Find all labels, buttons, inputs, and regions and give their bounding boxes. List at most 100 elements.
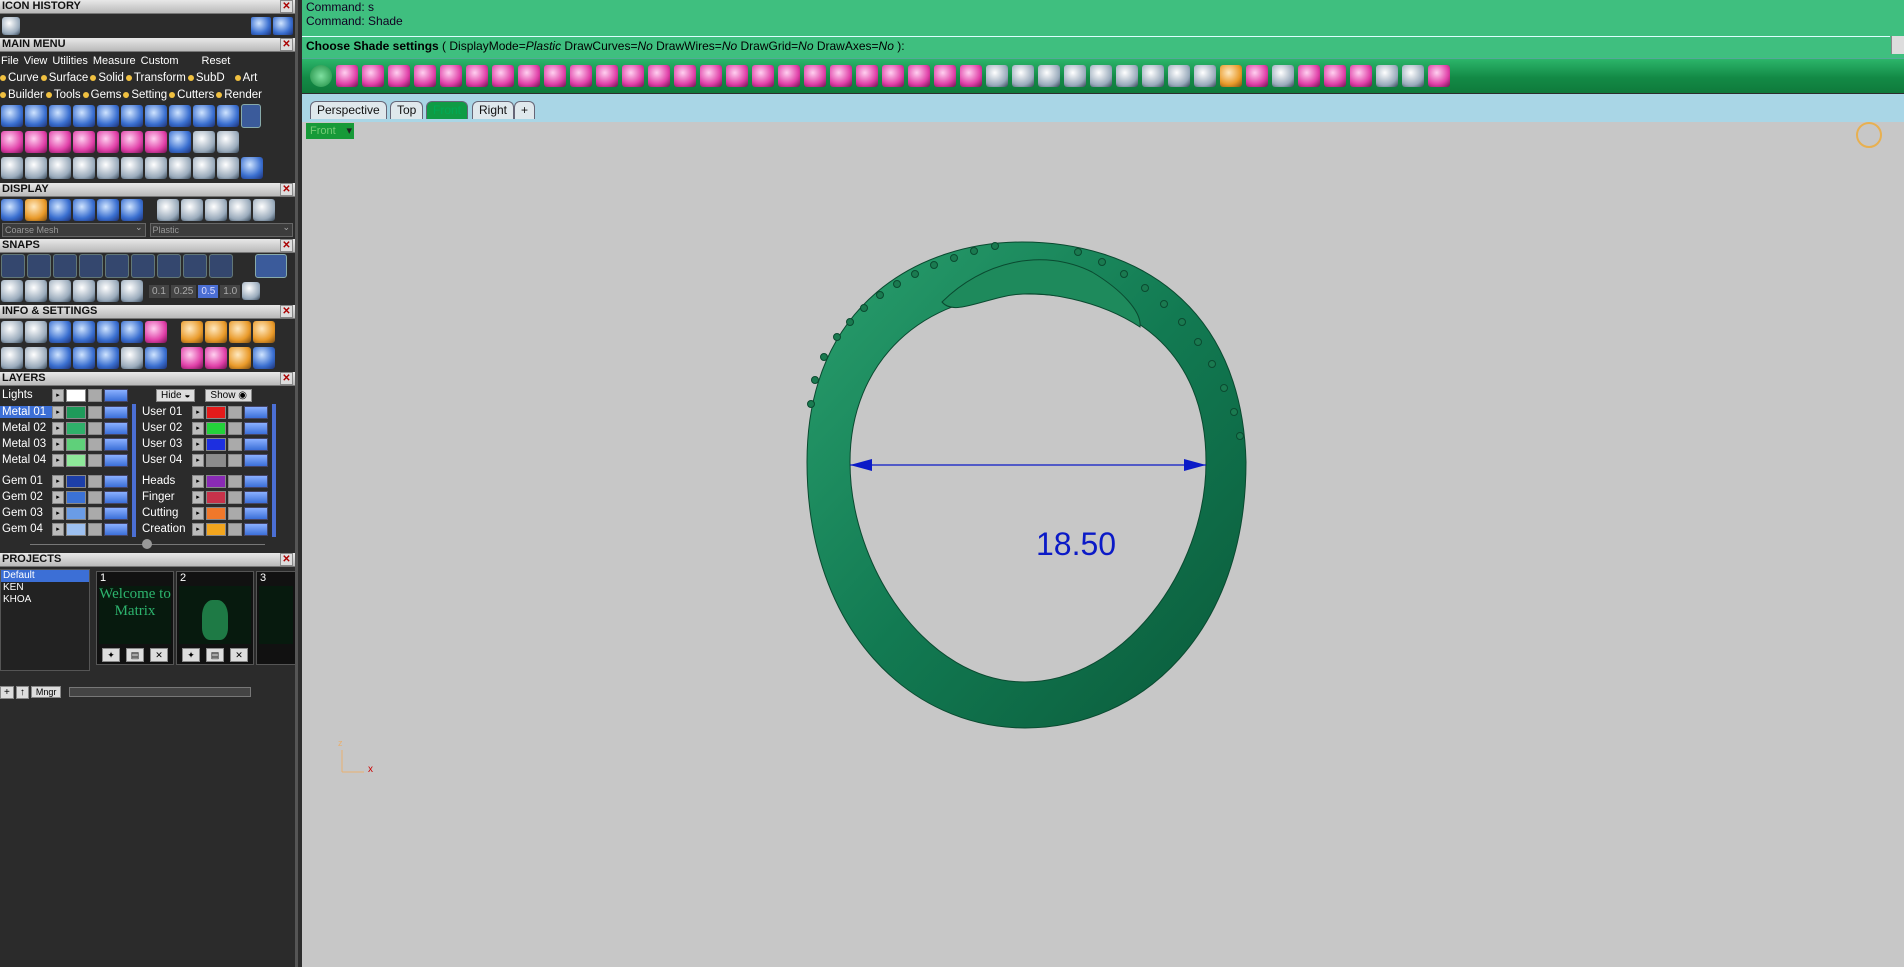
- material-ball-4-icon[interactable]: [229, 199, 251, 221]
- trim-icon[interactable]: [121, 131, 143, 153]
- menu-utilities[interactable]: Utilities: [51, 55, 91, 67]
- draw-wires-option[interactable]: No: [722, 39, 737, 53]
- layer-swatch[interactable]: [206, 506, 226, 520]
- show-button[interactable]: Show ◉: [205, 388, 252, 402]
- ortho-icon[interactable]: [49, 280, 71, 302]
- material-ball-2-icon[interactable]: [181, 199, 203, 221]
- project-thumbnail[interactable]: 2 ✦ ▤ ✕: [176, 571, 254, 665]
- curve-tool-icon[interactable]: [25, 105, 47, 127]
- visibility-toggle[interactable]: [104, 506, 128, 520]
- lock-icon[interactable]: [88, 522, 102, 536]
- layer-swatch[interactable]: [66, 405, 86, 419]
- visibility-toggle[interactable]: [104, 490, 128, 504]
- display-mode-option[interactable]: Plastic: [526, 39, 561, 53]
- list-item[interactable]: KHOA: [1, 594, 89, 606]
- layer-row[interactable]: Gem 02 ▸: [0, 489, 128, 505]
- layer-swatch[interactable]: [66, 490, 86, 504]
- points-icon[interactable]: [25, 199, 47, 221]
- visibility-toggle[interactable]: [104, 453, 128, 467]
- rail-tool-icon[interactable]: [217, 105, 239, 127]
- morph-icon[interactable]: [1220, 65, 1242, 87]
- book-icon[interactable]: [73, 347, 95, 369]
- menu-view[interactable]: View: [23, 55, 52, 67]
- snap-grid-icon[interactable]: [1, 254, 25, 278]
- tab-setting[interactable]: Setting: [123, 89, 167, 101]
- cluster-icon[interactable]: [1194, 65, 1216, 87]
- shape-tool-icon[interactable]: [121, 105, 143, 127]
- visibility-toggle[interactable]: [104, 474, 128, 488]
- lights-swatch[interactable]: [66, 388, 86, 402]
- visibility-toggle[interactable]: [244, 490, 268, 504]
- lock-icon[interactable]: [228, 506, 242, 520]
- visibility-toggle[interactable]: [244, 421, 268, 435]
- gem-on-surface-icon[interactable]: [1116, 65, 1138, 87]
- layer-display-icon[interactable]: [121, 199, 143, 221]
- gear-tool-icon[interactable]: [1428, 65, 1450, 87]
- sweep-tool-icon[interactable]: [73, 105, 95, 127]
- mirror-icon[interactable]: [49, 157, 71, 179]
- lock-icon[interactable]: [228, 522, 242, 536]
- lock-icon[interactable]: [228, 421, 242, 435]
- expand-icon[interactable]: ▸: [192, 474, 204, 488]
- tab-render[interactable]: Render: [216, 89, 262, 101]
- thumbnail-scrollbar[interactable]: [69, 687, 252, 697]
- undo-icon[interactable]: [414, 65, 436, 87]
- tab-transform[interactable]: Transform: [125, 72, 186, 84]
- new-file-icon[interactable]: [336, 65, 358, 87]
- head-icon[interactable]: [1168, 65, 1190, 87]
- wrap-icon[interactable]: [1324, 65, 1346, 87]
- close-icon[interactable]: ✕: [280, 0, 293, 13]
- expand-icon[interactable]: ▸: [52, 405, 64, 419]
- boolean-icon[interactable]: [674, 65, 696, 87]
- flow-icon[interactable]: [145, 157, 167, 179]
- save-icon[interactable]: ▤: [126, 648, 144, 662]
- pipe-icon[interactable]: [778, 65, 800, 87]
- grid-layout-icon[interactable]: [830, 65, 852, 87]
- cutter-icon[interactable]: [1090, 65, 1112, 87]
- wrench-icon[interactable]: [25, 321, 47, 343]
- split-surface-icon[interactable]: [1350, 65, 1372, 87]
- group-icon[interactable]: [1, 157, 23, 179]
- ring-tool-icon[interactable]: [49, 105, 71, 127]
- weave-icon[interactable]: [1272, 65, 1294, 87]
- material-ball-3-icon[interactable]: [205, 199, 227, 221]
- expand-icon[interactable]: ▸: [52, 437, 64, 451]
- draw-grid-option[interactable]: No: [798, 39, 813, 53]
- layer-swatch[interactable]: [206, 453, 226, 467]
- layer-scroll-left[interactable]: [132, 404, 136, 537]
- layer-swatch[interactable]: [206, 522, 226, 536]
- forward-arrow-icon[interactable]: [273, 17, 293, 35]
- manager-button[interactable]: Mngr: [30, 686, 62, 698]
- expand-icon[interactable]: ▸: [192, 437, 204, 451]
- structure-icon[interactable]: [205, 347, 227, 369]
- project-icon[interactable]: [121, 280, 143, 302]
- pattern-icon[interactable]: [181, 347, 203, 369]
- snap-center-icon[interactable]: [79, 254, 103, 278]
- layer-row[interactable]: Gem 01 ▸: [0, 473, 128, 489]
- shaded-icon[interactable]: [49, 199, 71, 221]
- tab-builder[interactable]: Builder: [0, 89, 44, 101]
- snap-toggle-icon[interactable]: [255, 254, 287, 278]
- material-ball-1-icon[interactable]: [157, 199, 179, 221]
- planar-icon[interactable]: [25, 280, 47, 302]
- wireframe-icon[interactable]: [1, 199, 23, 221]
- join-icon[interactable]: [97, 131, 119, 153]
- expand-icon[interactable]: ▸: [52, 490, 64, 504]
- panel-icon[interactable]: [882, 65, 904, 87]
- project-list[interactable]: Default KEN KHOA: [0, 569, 90, 671]
- network-icon[interactable]: [121, 347, 143, 369]
- expand-icon[interactable]: ▸: [52, 421, 64, 435]
- grid-icon[interactable]: [1, 280, 23, 302]
- snap-tan-icon[interactable]: [209, 254, 233, 278]
- up-arrow-icon[interactable]: ↑: [15, 685, 29, 699]
- object-info-icon[interactable]: [49, 347, 71, 369]
- gem-tool-icon[interactable]: [169, 105, 191, 127]
- lock-icon[interactable]: [88, 388, 102, 402]
- layer-row[interactable]: Gem 04 ▸: [0, 521, 128, 537]
- expand-icon[interactable]: ▸: [52, 474, 64, 488]
- dimension-annotation[interactable]: [850, 459, 1206, 471]
- layer-swatch[interactable]: [206, 421, 226, 435]
- copy-icon[interactable]: [518, 65, 540, 87]
- ring-model[interactable]: [806, 241, 1247, 729]
- list-item[interactable]: KEN: [1, 582, 89, 594]
